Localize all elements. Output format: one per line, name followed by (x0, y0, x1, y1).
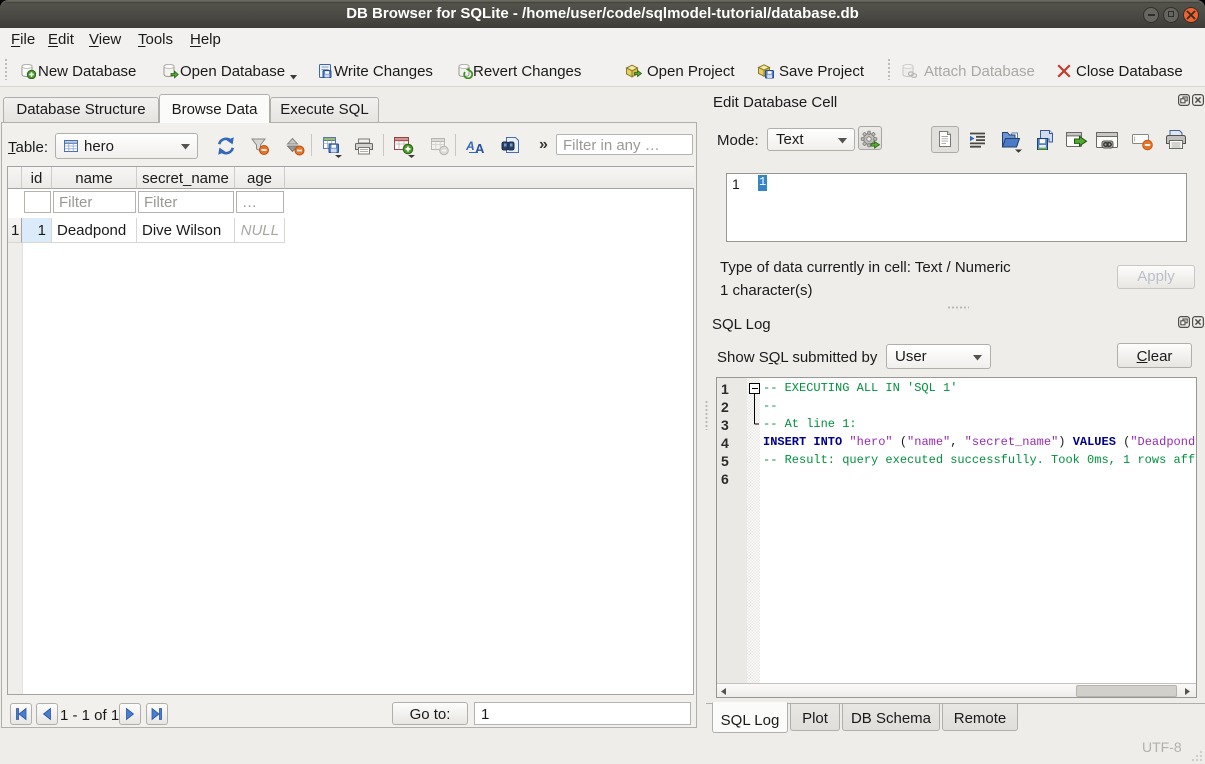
svg-text:A: A (466, 139, 475, 153)
